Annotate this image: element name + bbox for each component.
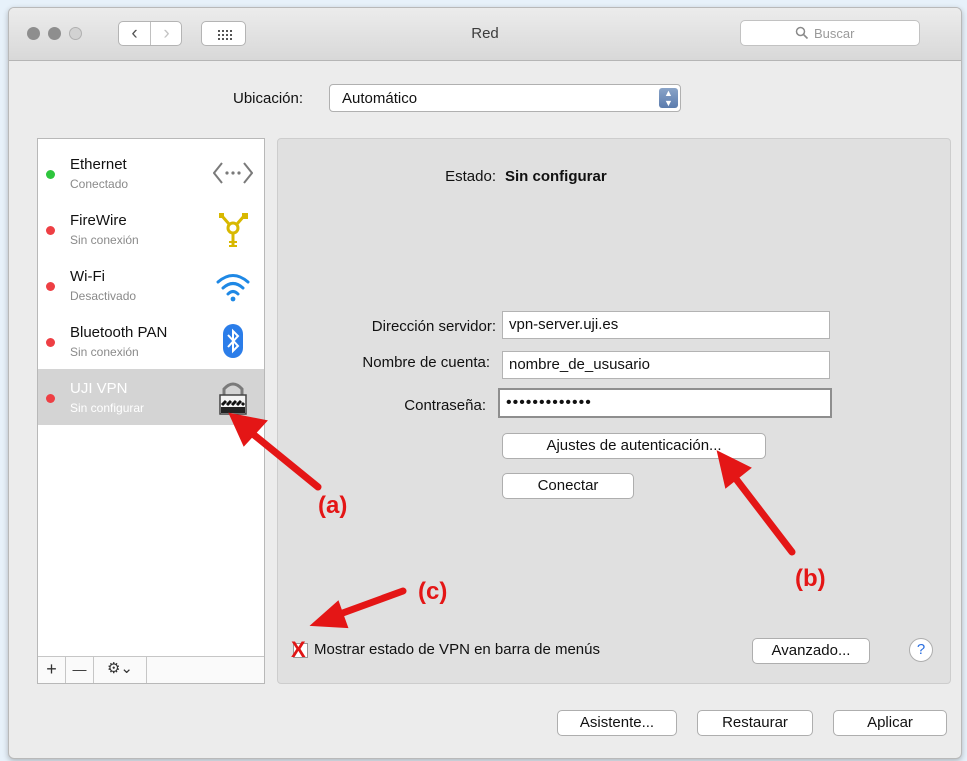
status-dot xyxy=(46,338,55,347)
service-status: Sin conexión xyxy=(70,233,139,247)
service-name: Wi-Fi xyxy=(70,268,105,285)
wifi-icon xyxy=(216,274,250,302)
service-list: Ethernet Conectado FireWire Sin conexión xyxy=(37,138,265,684)
service-status: Desactivado xyxy=(70,289,137,303)
firewire-icon xyxy=(219,213,248,247)
location-select[interactable]: Automático ▲ ▼ xyxy=(329,84,681,112)
assistant-button[interactable]: Asistente... xyxy=(557,710,677,736)
search-icon xyxy=(795,26,809,40)
annotation-label-c: (c) xyxy=(418,578,448,605)
account-name-label: Nombre de cuenta: xyxy=(362,354,490,371)
server-address-label: Dirección servidor: xyxy=(371,318,496,335)
status-dot xyxy=(46,394,55,403)
bluetooth-icon xyxy=(223,324,243,358)
ethernet-icon xyxy=(213,162,253,184)
service-status: Conectado xyxy=(70,177,129,191)
add-service-button[interactable]: + xyxy=(38,657,66,683)
service-actions-gear-button[interactable]: ⚙︎⌄ xyxy=(94,657,147,683)
password-field[interactable]: ••••••••••••• xyxy=(498,388,832,418)
status-dot xyxy=(46,226,55,235)
state-value: Sin configurar xyxy=(505,168,607,185)
search-placeholder: Buscar xyxy=(814,26,855,41)
annotation-label-b: (b) xyxy=(795,565,826,592)
annotation-label-a: (a) xyxy=(318,492,348,519)
server-address-field[interactable]: vpn-server.uji.es xyxy=(502,311,830,339)
search-input[interactable]: Buscar xyxy=(740,20,920,46)
help-button[interactable]: ? xyxy=(909,638,933,662)
service-item-bluetooth-pan[interactable]: Bluetooth PAN Sin conexión xyxy=(38,313,264,369)
service-name: Ethernet xyxy=(70,156,127,173)
location-value: Automático xyxy=(342,90,418,107)
service-name: Bluetooth PAN xyxy=(70,324,168,341)
vpn-detail-panel: Estado: Sin configurar Dirección servido… xyxy=(277,138,951,684)
service-item-wifi[interactable]: Wi-Fi Desactivado xyxy=(38,257,264,313)
service-name: FireWire xyxy=(70,212,127,229)
chevron-updown-icon: ▲ ▼ xyxy=(659,88,678,108)
show-vpn-status-label: Mostrar estado de VPN en barra de menús xyxy=(314,641,600,658)
service-list-toolbar: + — ⚙︎⌄ xyxy=(38,656,264,683)
status-dot xyxy=(46,170,55,179)
service-item-uji-vpn[interactable]: UJI VPN Sin configurar xyxy=(38,369,264,425)
state-label: Estado: xyxy=(445,168,496,185)
apply-button[interactable]: Aplicar xyxy=(833,710,947,736)
checkbox-x-mark: X xyxy=(291,637,306,662)
location-label: Ubicación: xyxy=(233,90,304,107)
status-dot xyxy=(46,282,55,291)
network-preferences-window: ‹ › Red Buscar Ubicación: Automático ▲ ▼ … xyxy=(8,7,962,759)
account-name-field[interactable]: nombre_de_ususario xyxy=(502,351,830,379)
authentication-settings-button[interactable]: Ajustes de autenticación... xyxy=(502,433,766,459)
vpn-lock-icon xyxy=(219,382,247,415)
password-label: Contraseña: xyxy=(404,397,486,414)
remove-service-button[interactable]: — xyxy=(66,657,94,683)
service-name: UJI VPN xyxy=(70,380,128,397)
service-status: Sin conexión xyxy=(70,345,139,359)
connect-button[interactable]: Conectar xyxy=(502,473,634,499)
title-bar: ‹ › Red Buscar xyxy=(9,8,961,61)
restore-button[interactable]: Restaurar xyxy=(697,710,813,736)
service-item-firewire[interactable]: FireWire Sin conexión xyxy=(38,201,264,257)
advanced-button[interactable]: Avanzado... xyxy=(752,638,870,664)
service-status: Sin configurar xyxy=(70,401,145,415)
service-item-ethernet[interactable]: Ethernet Conectado xyxy=(38,145,264,201)
